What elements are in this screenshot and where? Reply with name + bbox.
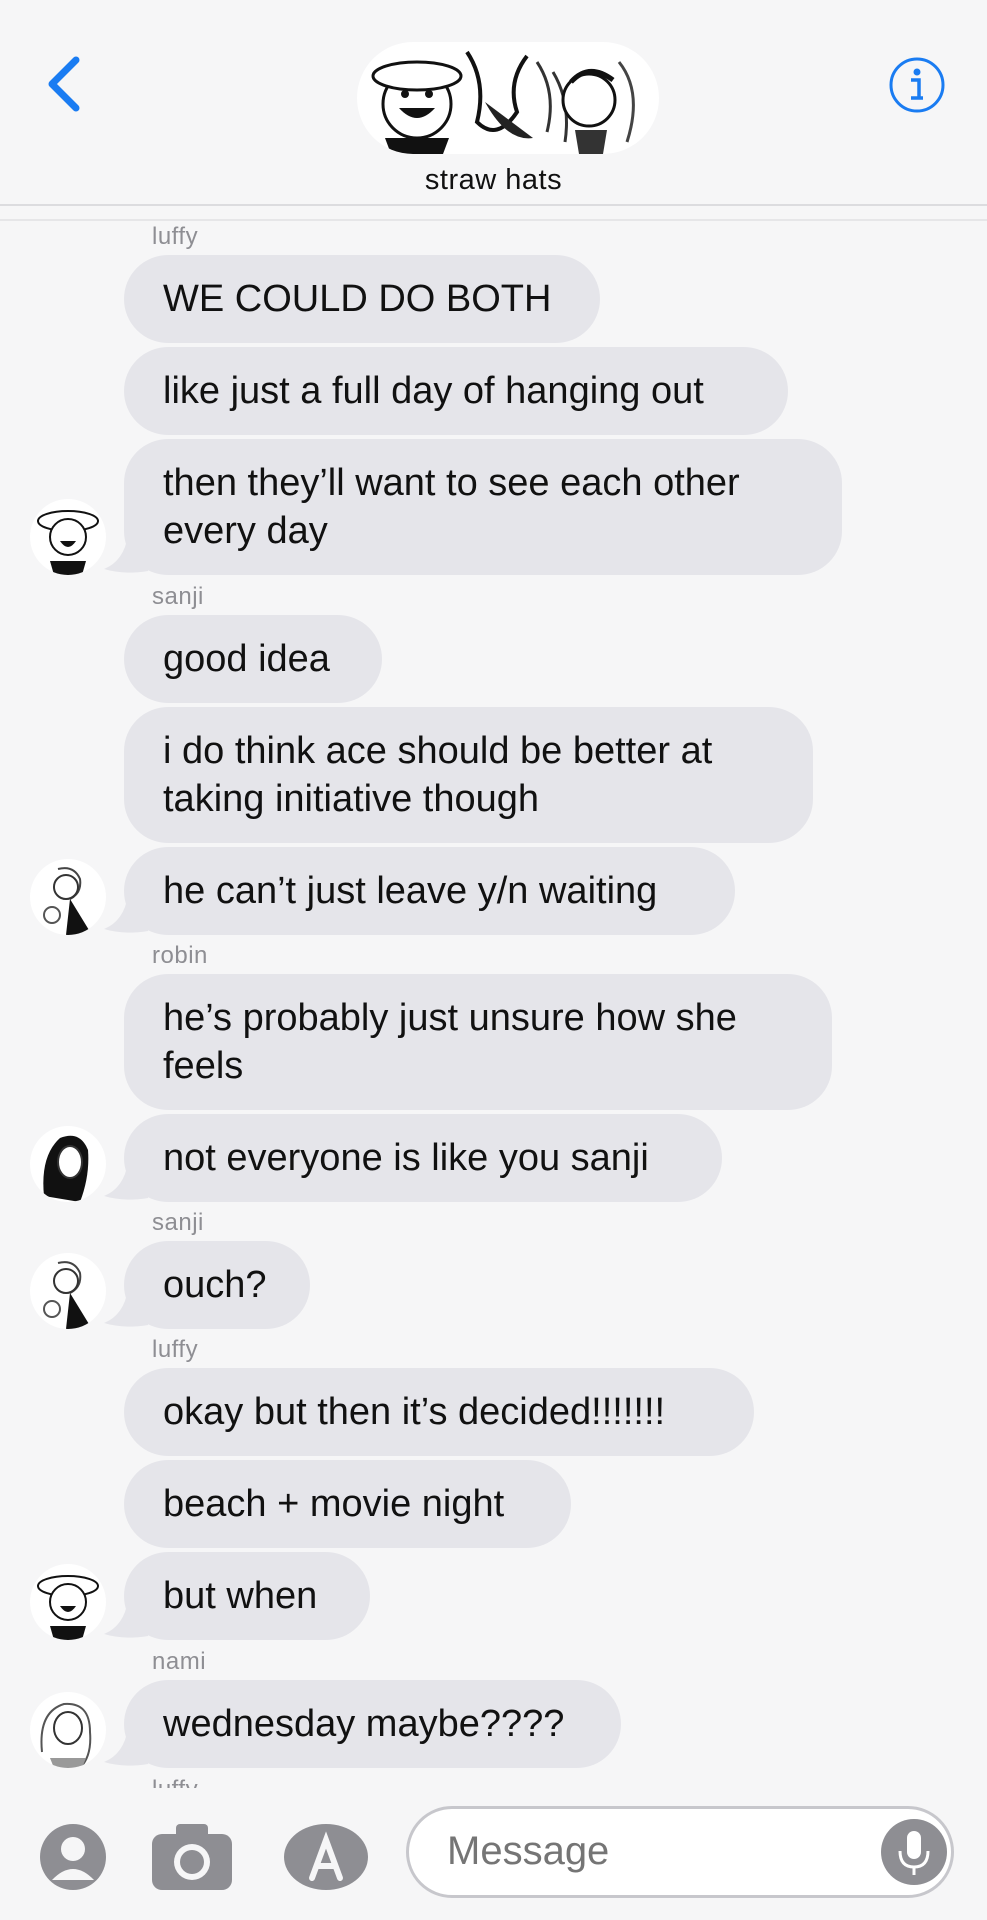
avatar-nami[interactable]	[30, 1692, 106, 1768]
message-bubble[interactable]: he’s probably just unsure how she feels	[124, 974, 832, 1110]
message-input[interactable]	[447, 1829, 847, 1874]
bubble-tail	[104, 1728, 148, 1766]
microphone-icon	[898, 1831, 930, 1875]
message-bubble[interactable]: beach + movie night	[124, 1460, 571, 1548]
header-divider	[0, 219, 987, 221]
message-bubble[interactable]: wednesday maybe????	[124, 1680, 621, 1768]
bubble-tail	[104, 895, 148, 933]
message-bubble[interactable]: good idea	[124, 615, 382, 703]
message-bubble[interactable]: he can’t just leave y/n waiting	[124, 847, 735, 935]
person-icon[interactable]	[38, 1822, 108, 1892]
message-bubble[interactable]: then they’ll want to see each other ever…	[124, 439, 842, 575]
sender-label: robin	[152, 942, 208, 969]
microphone-button[interactable]	[881, 1819, 947, 1885]
bubble-tail	[104, 1162, 148, 1200]
message-bubble[interactable]: okay but then it’s decided!!!!!!!	[124, 1368, 754, 1456]
message-bubble[interactable]: like just a full day of hanging out	[124, 347, 788, 435]
info-icon[interactable]	[888, 56, 946, 114]
conversation-header: straw hats	[0, 0, 987, 206]
sender-label: nami	[152, 1648, 207, 1675]
app-store-icon[interactable]	[282, 1822, 370, 1892]
avatar-luffy[interactable]	[30, 499, 106, 575]
sender-label: sanji	[152, 583, 204, 610]
camera-icon[interactable]	[150, 1822, 234, 1892]
avatar-luffy[interactable]	[30, 1564, 106, 1640]
sender-label: sanji	[152, 1209, 204, 1236]
group-avatar[interactable]	[357, 42, 659, 154]
sender-label: luffy	[152, 1776, 198, 1788]
group-name[interactable]: straw hats	[0, 164, 987, 197]
message-bubble[interactable]: WE COULD DO BOTH	[124, 255, 600, 343]
message-bubble[interactable]: but when	[124, 1552, 370, 1640]
avatar-sanji[interactable]	[30, 1253, 106, 1329]
avatar-sanji[interactable]	[30, 859, 106, 935]
bubble-tail	[104, 535, 148, 573]
bubble-tail	[104, 1600, 148, 1638]
message-bubble[interactable]: not everyone is like you sanji	[124, 1114, 722, 1202]
bubble-tail	[104, 1289, 148, 1327]
message-bubble[interactable]: i do think ace should be better at takin…	[124, 707, 813, 843]
message-bubble[interactable]: ouch?	[124, 1241, 310, 1329]
avatar-robin[interactable]	[30, 1126, 106, 1202]
back-chevron-icon[interactable]	[40, 52, 90, 116]
sender-label: luffy	[152, 1336, 199, 1363]
sender-label: luffy	[152, 223, 199, 250]
message-input-field[interactable]	[406, 1806, 954, 1898]
